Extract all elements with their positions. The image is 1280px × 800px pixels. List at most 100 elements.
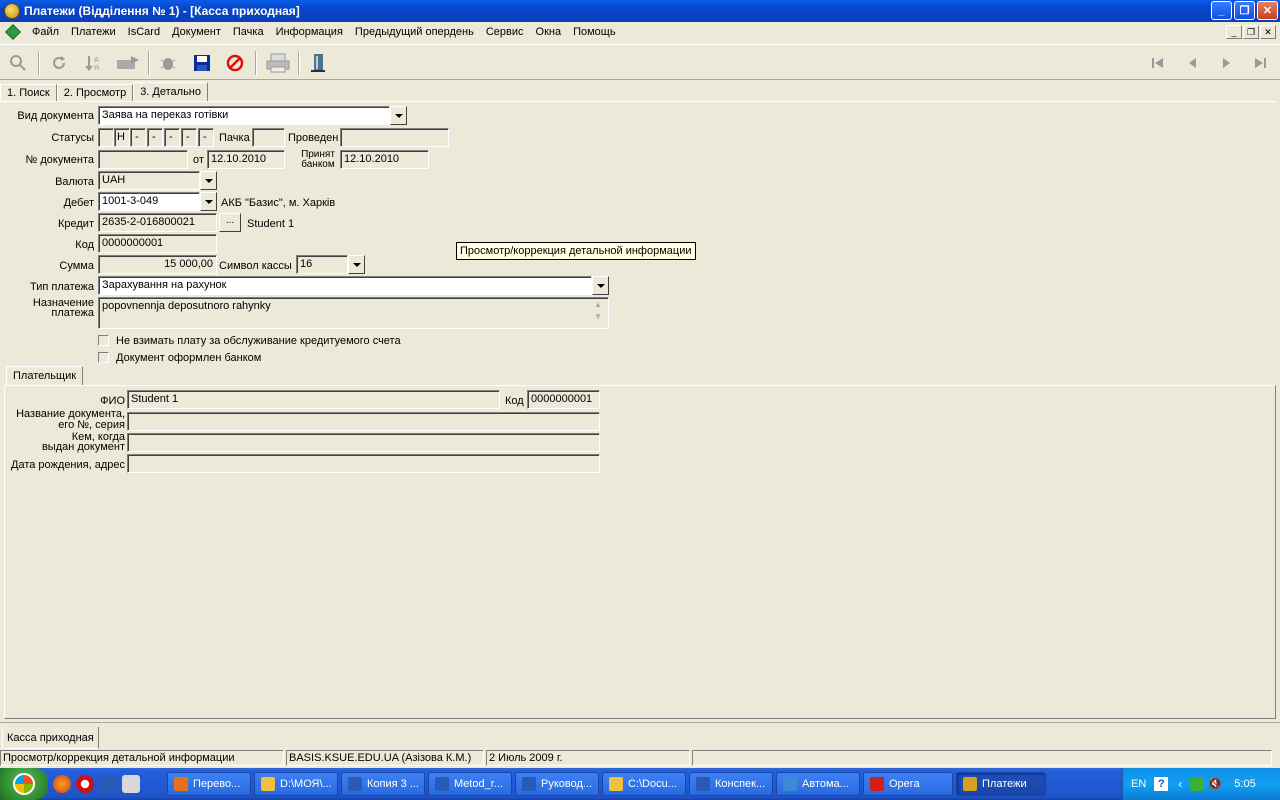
doc-date-field[interactable]: 12.10.2010: [207, 150, 285, 169]
tray-arrow-icon[interactable]: ‹: [1178, 777, 1182, 791]
status-hint: Просмотр/коррекция детальной информации: [0, 750, 284, 766]
status-field-5[interactable]: -: [164, 128, 180, 147]
menu-document[interactable]: Документ: [166, 22, 227, 42]
tab-details[interactable]: 3. Детально: [133, 82, 208, 102]
search-icon[interactable]: [6, 51, 30, 75]
opera-icon[interactable]: [76, 775, 94, 793]
batch-field[interactable]: [252, 128, 285, 147]
save-icon[interactable]: [190, 51, 214, 75]
maximize-button[interactable]: ❐: [1234, 1, 1255, 20]
birth-address-field[interactable]: [127, 454, 600, 473]
currency-select[interactable]: UAH: [98, 171, 200, 190]
debit-dropdown-button[interactable]: [200, 192, 217, 211]
issued-by-field[interactable]: [127, 433, 600, 452]
doc-type-select[interactable]: Заява на переказ готівки: [98, 106, 390, 125]
print-icon[interactable]: [264, 51, 292, 75]
menu-iscard[interactable]: IsCard: [122, 22, 166, 42]
fio-field[interactable]: Student 1: [127, 390, 500, 409]
menu-service[interactable]: Сервис: [480, 22, 530, 42]
payment-type-dropdown-button[interactable]: [592, 276, 609, 295]
door-icon[interactable]: [306, 51, 330, 75]
firefox-icon[interactable]: [53, 775, 71, 793]
code-field[interactable]: 0000000001: [98, 234, 217, 253]
language-indicator[interactable]: EN: [1131, 778, 1146, 790]
taskbar-item[interactable]: C:\Docu...: [602, 772, 686, 796]
credit-field[interactable]: 2635-2-016800021: [98, 213, 217, 232]
cash-symbol-select[interactable]: 16: [296, 255, 348, 274]
media-icon[interactable]: [99, 775, 117, 793]
currency-dropdown-button[interactable]: [200, 171, 217, 190]
cancel-icon[interactable]: [223, 51, 247, 75]
mdi-restore-button[interactable]: ❐: [1243, 25, 1259, 39]
sort-icon[interactable]: AЯ: [81, 51, 105, 75]
start-button[interactable]: [0, 768, 48, 800]
purpose-textarea[interactable]: popovnennja deposutnoro rahynky: [98, 297, 609, 329]
menu-bar: Файл Платежи IsCard Документ Пачка Инфор…: [0, 22, 1280, 42]
credit-name: Student 1: [247, 218, 295, 230]
taskbar-item[interactable]: Opera: [863, 772, 953, 796]
no-fee-checkbox[interactable]: [98, 335, 109, 346]
status-field-2[interactable]: Н: [114, 128, 130, 147]
taskbar-item[interactable]: Автома...: [776, 772, 860, 796]
network-icon[interactable]: [1190, 777, 1205, 791]
debit-select[interactable]: 1001-3-049: [98, 192, 200, 211]
menu-information[interactable]: Информация: [270, 22, 349, 42]
clock: 5:05: [1234, 778, 1256, 790]
purpose-scrollbar[interactable]: ▲ ▼: [594, 299, 602, 323]
volume-icon[interactable]: 🔇: [1208, 777, 1222, 791]
taskbar-item[interactable]: Metod_r...: [428, 772, 512, 796]
status-field-3[interactable]: -: [130, 128, 146, 147]
tab-payer[interactable]: Плательщик: [6, 366, 84, 386]
doc-number-field[interactable]: [98, 150, 188, 169]
status-field-1[interactable]: [98, 128, 114, 147]
mdi-minimize-button[interactable]: _: [1226, 25, 1242, 39]
taskbar-app-icon: [963, 777, 977, 791]
taskbar-item[interactable]: D:\МОЯ\...: [254, 772, 338, 796]
taskbar-item-label: D:\МОЯ\...: [280, 778, 332, 790]
minimize-button[interactable]: _: [1211, 1, 1232, 20]
calculator-icon[interactable]: [122, 775, 140, 793]
help-icon[interactable]: ?: [1154, 777, 1169, 791]
cash-symbol-dropdown-button[interactable]: [348, 255, 365, 274]
bug-icon[interactable]: [156, 51, 180, 75]
taskbar-item[interactable]: Копия 3 ...: [341, 772, 425, 796]
bank-issued-checkbox[interactable]: [98, 352, 109, 363]
menu-file[interactable]: Файл: [26, 22, 65, 42]
filter-icon[interactable]: [114, 51, 142, 75]
taskbar-item[interactable]: Руковод...: [515, 772, 599, 796]
taskbar-item[interactable]: Конспек...: [689, 772, 773, 796]
menu-app-icon[interactable]: [5, 24, 21, 40]
posted-label: Проведен: [288, 132, 339, 144]
status-field-6[interactable]: -: [181, 128, 197, 147]
menu-batch[interactable]: Пачка: [227, 22, 270, 42]
mdi-close-button[interactable]: ✕: [1260, 25, 1276, 39]
credit-lookup-button[interactable]: ...: [219, 213, 241, 232]
payer-code-field[interactable]: 0000000001: [527, 390, 600, 409]
sum-field[interactable]: 15 000,00: [98, 255, 217, 274]
close-button[interactable]: ✕: [1257, 1, 1278, 20]
status-field-7[interactable]: -: [198, 128, 214, 147]
debit-label: Дебет: [63, 197, 94, 209]
purpose-label: Назначение платежа: [32, 297, 94, 319]
payment-type-select[interactable]: Зарахування на рахунок: [98, 276, 592, 295]
last-icon[interactable]: [1248, 51, 1272, 75]
taskbar-item[interactable]: Платежи: [956, 772, 1046, 796]
accepted-date-field[interactable]: 12.10.2010: [340, 150, 429, 169]
menu-help[interactable]: Помощь: [567, 22, 622, 42]
tab-search[interactable]: 1. Поиск: [0, 84, 57, 102]
sum-label: Сумма: [59, 260, 94, 272]
prev-icon[interactable]: [1181, 51, 1205, 75]
first-icon[interactable]: [1146, 51, 1170, 75]
doc-type-dropdown-button[interactable]: [390, 106, 407, 125]
next-icon[interactable]: [1214, 51, 1238, 75]
menu-windows[interactable]: Окна: [530, 22, 568, 42]
refresh-icon[interactable]: [47, 51, 71, 75]
doc-tab-cash-receipt[interactable]: Касса приходная: [2, 727, 99, 749]
tab-view[interactable]: 2. Просмотр: [56, 84, 134, 102]
menu-payments[interactable]: Платежи: [65, 22, 122, 42]
menu-previous-day[interactable]: Предыдущий опердень: [349, 22, 480, 42]
posted-field[interactable]: [340, 128, 449, 147]
status-field-4[interactable]: -: [147, 128, 163, 147]
taskbar-item[interactable]: Перево...: [167, 772, 251, 796]
id-document-field[interactable]: [127, 412, 600, 431]
